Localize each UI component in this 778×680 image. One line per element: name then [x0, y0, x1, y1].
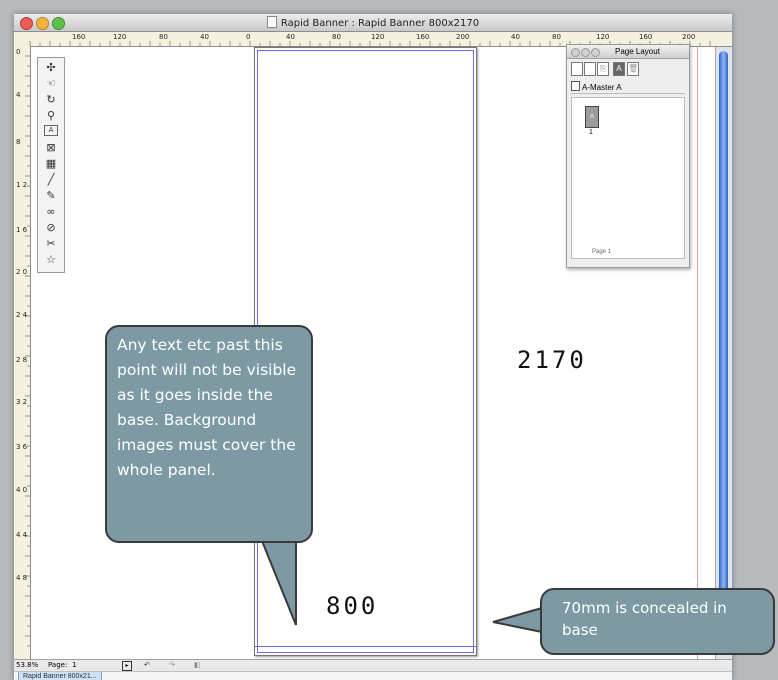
callout-left-tail	[260, 540, 297, 626]
callout-concealed-text: 70mm is concealed in base	[562, 599, 727, 639]
height-dimension-label: 2170	[517, 346, 587, 374]
callout-concealed: 70mm is concealed in base	[540, 588, 775, 655]
callout-base-warning: Any text etc past this point will not be…	[105, 325, 313, 543]
callout-base-warning-text: Any text etc past this point will not be…	[117, 336, 297, 479]
width-dimension-label: 800	[326, 592, 379, 620]
callout-right-tail	[492, 606, 543, 634]
